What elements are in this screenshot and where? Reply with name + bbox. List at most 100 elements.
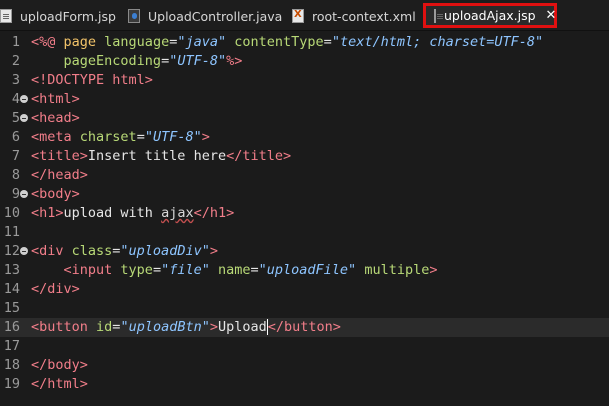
fold-toggle-icon[interactable] bbox=[20, 190, 28, 198]
code-token: "text/html; charset=UTF-8" bbox=[331, 34, 544, 50]
code-token: > bbox=[209, 243, 218, 259]
code-line[interactable]: 4 <html> bbox=[0, 90, 609, 109]
code-line[interactable]: 3 <!DOCTYPE html> bbox=[0, 71, 609, 90]
code-line[interactable]: 16 <button id="uploadBtn">Upload</button> bbox=[0, 318, 609, 337]
line-number: 11 bbox=[3, 224, 20, 240]
code-line[interactable]: 9 <body> bbox=[0, 185, 609, 204]
fold-toggle-icon[interactable] bbox=[20, 95, 28, 103]
tab-label: UploadController.java bbox=[148, 8, 283, 24]
code-token: <h1> bbox=[31, 205, 64, 221]
java-file-icon bbox=[128, 9, 140, 23]
line-number: 9 bbox=[11, 186, 20, 202]
code-text: </head> bbox=[31, 166, 88, 185]
code-token: > bbox=[209, 319, 218, 335]
code-text: <input type="file" name="uploadFile" mul… bbox=[31, 261, 438, 280]
code-token: charset bbox=[79, 129, 137, 145]
code-token: <meta bbox=[31, 129, 80, 145]
code-line[interactable]: 6 <meta charset="UTF-8"> bbox=[0, 128, 609, 147]
code-token: = bbox=[250, 262, 259, 278]
code-text: pageEncoding="UTF-8"%> bbox=[31, 52, 243, 71]
code-token: <title> bbox=[31, 148, 88, 164]
code-line[interactable]: 7 <title>Insert title here</title> bbox=[0, 147, 609, 166]
code-text: <!DOCTYPE html> bbox=[31, 71, 153, 90]
code-token: "uploadFile" bbox=[258, 262, 357, 278]
code-token: </button> bbox=[267, 319, 341, 335]
tab-label: uploadAjax.jsp bbox=[444, 8, 536, 23]
code-token: id bbox=[96, 319, 113, 335]
line-number: 5 bbox=[11, 110, 20, 126]
code-token: contentType bbox=[234, 34, 324, 50]
code-token: = bbox=[323, 34, 332, 50]
line-number: 10 bbox=[3, 205, 20, 221]
code-text: </body> bbox=[31, 356, 88, 375]
code-line[interactable]: 19 </html> bbox=[0, 375, 609, 394]
code-token: </html> bbox=[31, 376, 88, 392]
tab-uploadform-jsp[interactable]: uploadForm.jsp bbox=[0, 4, 116, 28]
xml-file-icon bbox=[292, 9, 304, 23]
line-number: 7 bbox=[11, 148, 20, 164]
code-line[interactable]: 2 pageEncoding="UTF-8"%> bbox=[0, 52, 609, 71]
code-token: "uploadBtn" bbox=[120, 319, 210, 335]
line-number: 15 bbox=[3, 300, 20, 316]
fold-toggle-icon[interactable] bbox=[20, 114, 28, 122]
close-icon[interactable]: ✕ bbox=[546, 8, 557, 23]
code-text: </div> bbox=[31, 280, 80, 299]
code-line[interactable]: 1 <%@ page language="java" contentType="t… bbox=[0, 33, 609, 52]
line-number: 4 bbox=[11, 91, 20, 107]
tab-uploadcontroller-java[interactable]: UploadController.java bbox=[128, 4, 282, 28]
code-token: <input bbox=[63, 262, 121, 278]
line-number: 13 bbox=[3, 262, 20, 278]
code-token: ajax bbox=[161, 205, 194, 221]
code-token: <html> bbox=[31, 91, 80, 107]
code-token: upload with bbox=[63, 205, 162, 221]
code-token: page bbox=[63, 34, 97, 50]
line-number: 19 bbox=[3, 376, 20, 392]
code-token: = bbox=[161, 53, 170, 69]
code-line[interactable]: 5 <head> bbox=[0, 109, 609, 128]
code-token: class bbox=[71, 243, 113, 259]
code-token: "file" bbox=[161, 262, 210, 278]
code-token: "UTF-8" bbox=[144, 129, 202, 145]
code-text: <title>Insert title here</title> bbox=[31, 147, 291, 166]
code-line[interactable]: 8 </head> bbox=[0, 166, 609, 185]
line-number: 14 bbox=[3, 281, 20, 297]
line-number: 1 bbox=[11, 34, 20, 50]
code-token: "UTF-8" bbox=[169, 53, 227, 69]
tab-root-context-xml[interactable]: root-context.xml bbox=[292, 4, 416, 28]
code-token: Upload bbox=[217, 319, 267, 335]
code-line[interactable]: 11 bbox=[0, 223, 609, 242]
document-icon bbox=[0, 9, 12, 23]
code-token: multiple bbox=[364, 262, 430, 278]
code-line[interactable]: 13 <input type="file" name="uploadFile" … bbox=[0, 261, 609, 280]
line-number: 2 bbox=[11, 53, 20, 69]
code-line[interactable]: 14 </div> bbox=[0, 280, 609, 299]
editor-tab-bar: uploadForm.jsp UploadController.java roo… bbox=[0, 0, 609, 31]
code-line[interactable]: 18 </body> bbox=[0, 356, 609, 375]
code-token: </title> bbox=[226, 148, 292, 164]
code-line[interactable]: 10 <h1>upload with ajax</h1> bbox=[0, 204, 609, 223]
document-icon bbox=[434, 8, 443, 23]
code-line[interactable]: 12 <div class="uploadDiv"> bbox=[0, 242, 609, 261]
code-text: <head> bbox=[31, 109, 80, 128]
fold-toggle-icon[interactable] bbox=[20, 247, 28, 255]
code-editor[interactable]: 1 <%@ page language="java" contentType="t… bbox=[0, 31, 609, 406]
code-token: language bbox=[104, 34, 170, 50]
code-line[interactable]: 15 bbox=[0, 299, 609, 318]
code-token: pageEncoding bbox=[63, 53, 162, 69]
code-token: </head> bbox=[31, 167, 88, 183]
tab-label: uploadForm.jsp bbox=[20, 8, 116, 24]
code-token: "uploadDiv" bbox=[120, 243, 210, 259]
code-token: = bbox=[136, 129, 145, 145]
line-number: 6 bbox=[11, 129, 20, 145]
code-token: <!DOCTYPE html> bbox=[31, 72, 153, 88]
tab-uploadajax-jsp[interactable]: uploadAjax.jsp ✕ bbox=[423, 3, 557, 28]
line-number: 16 bbox=[3, 319, 20, 335]
code-text: <html> bbox=[31, 90, 80, 109]
line-number: 18 bbox=[3, 357, 20, 373]
code-line[interactable]: 17 bbox=[0, 337, 609, 356]
line-number: 8 bbox=[11, 167, 20, 183]
line-number: 12 bbox=[3, 243, 20, 259]
